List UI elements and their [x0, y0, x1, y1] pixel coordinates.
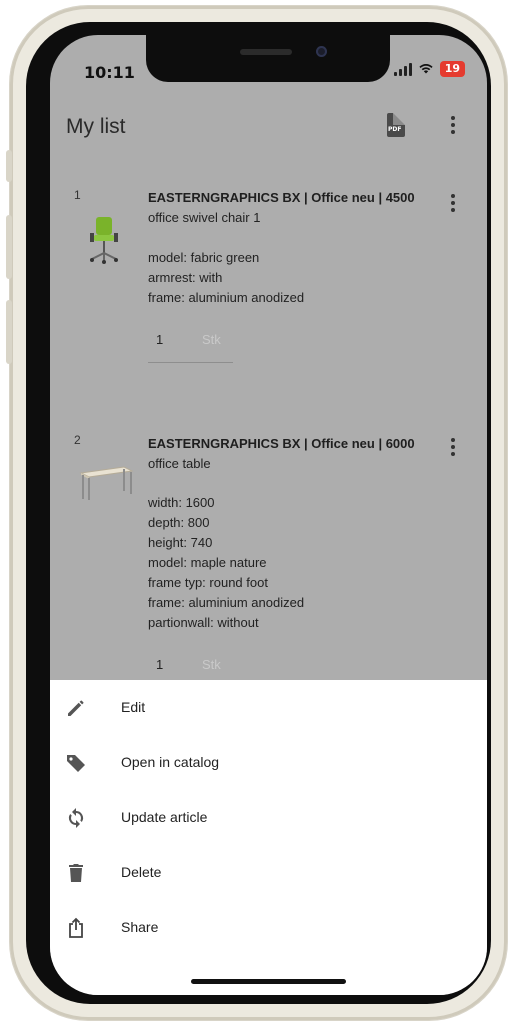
item-properties: model: fabric green armrest: with frame:… — [148, 248, 304, 308]
status-icons: 19 — [393, 61, 465, 77]
property-line: frame typ: round foot — [148, 575, 268, 590]
item-title: EASTERNGRAPHICS BX | Office neu | 4500 — [148, 190, 415, 205]
menu-item-share[interactable]: Share — [50, 900, 487, 955]
quantity-unit: Stk — [202, 332, 221, 347]
notch — [146, 35, 390, 82]
wifi-icon — [418, 62, 434, 77]
item-number: 1 — [74, 188, 81, 202]
menu-item-edit[interactable]: Edit — [50, 680, 487, 735]
item-subtitle: office swivel chair 1 — [148, 210, 261, 225]
property-line: partionwall: without — [148, 615, 259, 630]
property-line: depth: 800 — [148, 515, 210, 530]
item-title: EASTERNGRAPHICS BX | Office neu | 6000 — [148, 436, 415, 451]
chair-thumbnail — [86, 215, 122, 265]
property-line: width: 1600 — [148, 495, 215, 510]
speaker — [240, 49, 292, 55]
front-camera — [316, 46, 327, 57]
pdf-file-icon[interactable]: PDF — [387, 113, 405, 137]
pencil-icon — [64, 696, 88, 720]
menu-item-delete[interactable]: Delete — [50, 845, 487, 900]
volume-down-button — [6, 300, 12, 364]
share-icon — [64, 916, 88, 940]
home-indicator[interactable] — [191, 979, 346, 984]
signal-icon — [393, 62, 412, 76]
volume-up-button — [6, 215, 12, 279]
table-thumbnail — [78, 463, 134, 503]
item-more-icon[interactable] — [450, 438, 456, 456]
sync-icon — [64, 806, 88, 830]
property-line: model: maple nature — [148, 555, 267, 570]
menu-item-update-article[interactable]: Update article — [50, 790, 487, 845]
tag-icon — [64, 751, 88, 775]
screen: 10:11 19 My list PDF 1 EASTERNGRAPHICS B… — [50, 35, 487, 995]
menu-item-label: Edit — [121, 699, 146, 715]
menu-item-label: Share — [121, 919, 159, 935]
page-title: My list — [66, 115, 126, 138]
quantity-value: 1 — [156, 657, 164, 672]
property-line: model: fabric green — [148, 250, 260, 265]
property-line: frame: aluminium anodized — [148, 290, 305, 305]
status-time: 10:11 — [84, 63, 135, 82]
battery-icon: 19 — [439, 61, 465, 77]
trash-icon — [64, 861, 88, 885]
menu-item-label: Update article — [121, 809, 208, 825]
property-line: frame: aluminium anodized — [148, 595, 305, 610]
action-sheet: Edit Open in catalog Update article Dele… — [50, 680, 487, 995]
property-line: height: 740 — [148, 535, 213, 550]
silent-switch — [6, 150, 12, 182]
menu-item-label: Open in catalog — [121, 754, 220, 770]
quantity-underline — [148, 362, 233, 363]
menu-item-label: Delete — [121, 864, 162, 880]
menu-item-open-in-catalog[interactable]: Open in catalog — [50, 735, 487, 790]
quantity-unit: Stk — [202, 657, 221, 672]
property-line: armrest: with — [148, 270, 223, 285]
quantity-value: 1 — [156, 332, 164, 347]
item-properties: width: 1600 depth: 800 height: 740 model… — [148, 493, 304, 633]
item-number: 2 — [74, 433, 81, 447]
more-vert-icon[interactable] — [450, 116, 456, 134]
item-more-icon[interactable] — [450, 194, 456, 212]
item-subtitle: office table — [148, 456, 211, 471]
